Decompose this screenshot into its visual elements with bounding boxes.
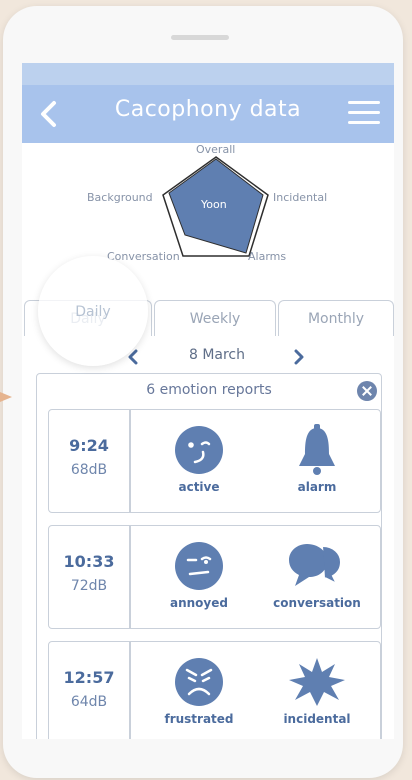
report-db: 68dB (70, 462, 108, 478)
phone-frame: Cacophony data Overall Incidental Alarms… (3, 6, 403, 778)
card-divider (129, 410, 131, 512)
report-time: 10:33 (63, 552, 115, 571)
status-bar (22, 63, 394, 85)
touch-magnifier: Daily (38, 256, 148, 366)
annoyed-face-icon (175, 542, 223, 590)
report-db: 72dB (70, 578, 108, 594)
reports-title: 6 emotion reports (146, 382, 272, 398)
emotion-label: annoyed (170, 596, 228, 610)
report-time: 12:57 (63, 668, 115, 687)
tab-monthly[interactable]: Monthly (278, 300, 394, 336)
magnifier-tab-daily: Daily (75, 304, 111, 320)
app-screen: Cacophony data Overall Incidental Alarms… (22, 63, 394, 739)
radar-label-alarms: Alarms (248, 250, 287, 263)
radar-label-overall: Overall (196, 143, 236, 156)
radar-center-label: Yoon (201, 198, 227, 211)
phone-speaker (171, 35, 229, 40)
report-card[interactable]: 9:24 68dB active alarm (48, 409, 381, 513)
emotion-reports-panel: 6 emotion reports 9:24 68dB active alarm… (36, 373, 382, 739)
close-icon[interactable] (357, 381, 377, 401)
card-divider (129, 526, 131, 628)
source-label: alarm (297, 480, 337, 494)
radar-label-incidental: Incidental (273, 191, 328, 204)
card-divider (129, 642, 131, 739)
report-db: 64dB (70, 694, 108, 710)
report-time: 9:24 (69, 436, 109, 455)
pointer-arrow-icon (0, 392, 12, 402)
bell-icon (299, 424, 335, 475)
report-card[interactable]: 12:57 64dB frustrated incidental (48, 641, 381, 739)
smile-face-icon (175, 426, 223, 474)
source-label: incidental (283, 712, 351, 726)
next-date-chevron-icon[interactable] (292, 349, 306, 365)
frustrated-face-icon (175, 658, 223, 706)
source-label: conversation (273, 596, 361, 610)
tab-weekly[interactable]: Weekly (154, 300, 276, 336)
report-card[interactable]: 10:33 72dB annoyed conversation (48, 525, 381, 629)
app-header: Cacophony data (22, 85, 394, 143)
burst-icon (289, 658, 345, 706)
emotion-label: active (178, 480, 220, 494)
page-title: Cacophony data (114, 97, 302, 122)
current-date: 8 March (188, 347, 246, 363)
emotion-label: frustrated (164, 712, 234, 726)
speech-bubbles-icon (289, 544, 343, 587)
hamburger-menu-icon[interactable] (348, 101, 380, 127)
back-arrow-icon[interactable] (36, 99, 62, 129)
radar-label-background: Background (87, 191, 153, 204)
